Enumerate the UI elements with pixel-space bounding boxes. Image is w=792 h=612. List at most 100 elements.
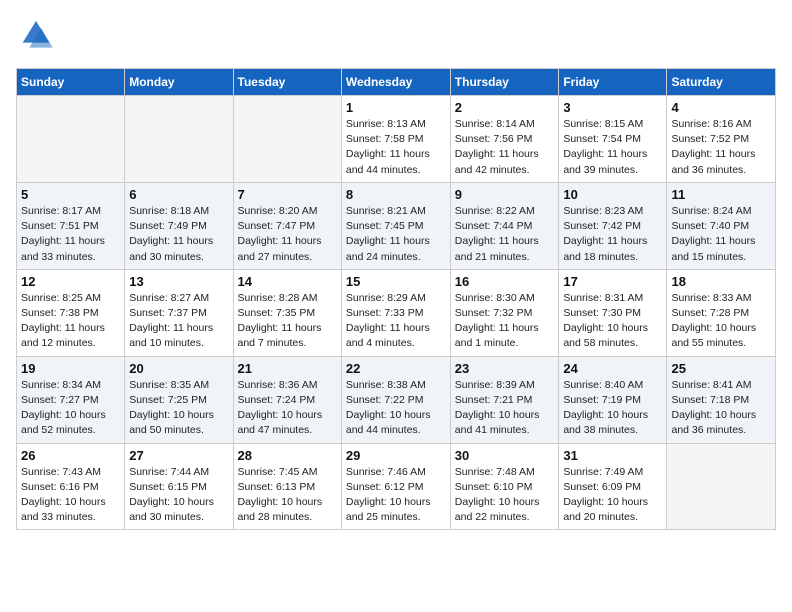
day-info: Sunrise: 7:45 AM Sunset: 6:13 PM Dayligh… — [238, 465, 337, 526]
calendar-cell: 16 Sunrise: 8:30 AM Sunset: 7:32 PM Dayli… — [450, 269, 559, 356]
calendar-cell: 5 Sunrise: 8:17 AM Sunset: 7:51 PM Daylig… — [17, 182, 125, 269]
day-number: 3 — [563, 100, 662, 115]
day-number: 11 — [671, 187, 771, 202]
day-number: 8 — [346, 187, 446, 202]
calendar-cell: 20 Sunrise: 8:35 AM Sunset: 7:25 PM Dayli… — [125, 356, 233, 443]
calendar-cell: 12 Sunrise: 8:25 AM Sunset: 7:38 PM Dayli… — [17, 269, 125, 356]
day-info: Sunrise: 7:49 AM Sunset: 6:09 PM Dayligh… — [563, 465, 662, 526]
calendar-cell — [17, 96, 125, 183]
calendar-cell: 11 Sunrise: 8:24 AM Sunset: 7:40 PM Dayli… — [667, 182, 776, 269]
day-number: 31 — [563, 448, 662, 463]
day-info: Sunrise: 8:13 AM Sunset: 7:58 PM Dayligh… — [346, 117, 446, 178]
day-info: Sunrise: 8:22 AM Sunset: 7:44 PM Dayligh… — [455, 204, 555, 265]
day-header-thursday: Thursday — [450, 69, 559, 96]
page-header — [16, 16, 776, 56]
calendar-cell: 3 Sunrise: 8:15 AM Sunset: 7:54 PM Daylig… — [559, 96, 667, 183]
calendar-cell: 6 Sunrise: 8:18 AM Sunset: 7:49 PM Daylig… — [125, 182, 233, 269]
day-number: 20 — [129, 361, 228, 376]
day-number: 1 — [346, 100, 446, 115]
day-info: Sunrise: 8:34 AM Sunset: 7:27 PM Dayligh… — [21, 378, 120, 439]
day-info: Sunrise: 8:33 AM Sunset: 7:28 PM Dayligh… — [671, 291, 771, 352]
day-number: 23 — [455, 361, 555, 376]
day-number: 10 — [563, 187, 662, 202]
calendar-week-row: 12 Sunrise: 8:25 AM Sunset: 7:38 PM Dayli… — [17, 269, 776, 356]
day-number: 19 — [21, 361, 120, 376]
day-header-wednesday: Wednesday — [341, 69, 450, 96]
calendar-cell: 8 Sunrise: 8:21 AM Sunset: 7:45 PM Daylig… — [341, 182, 450, 269]
calendar-cell: 2 Sunrise: 8:14 AM Sunset: 7:56 PM Daylig… — [450, 96, 559, 183]
day-info: Sunrise: 8:30 AM Sunset: 7:32 PM Dayligh… — [455, 291, 555, 352]
day-info: Sunrise: 8:18 AM Sunset: 7:49 PM Dayligh… — [129, 204, 228, 265]
day-info: Sunrise: 8:21 AM Sunset: 7:45 PM Dayligh… — [346, 204, 446, 265]
day-info: Sunrise: 7:46 AM Sunset: 6:12 PM Dayligh… — [346, 465, 446, 526]
day-number: 27 — [129, 448, 228, 463]
calendar-cell: 19 Sunrise: 8:34 AM Sunset: 7:27 PM Dayli… — [17, 356, 125, 443]
calendar-cell: 21Sunrise: 8:36 AM Sunset: 7:24 PM Dayli… — [233, 356, 341, 443]
calendar-week-row: 26 Sunrise: 7:43 AM Sunset: 6:16 PM Dayli… — [17, 443, 776, 530]
day-info: Sunrise: 8:24 AM Sunset: 7:40 PM Dayligh… — [671, 204, 771, 265]
calendar-cell: 13Sunrise: 8:27 AM Sunset: 7:37 PM Dayli… — [125, 269, 233, 356]
calendar-header-row: SundayMondayTuesdayWednesdayThursdayFrid… — [17, 69, 776, 96]
calendar-cell — [125, 96, 233, 183]
calendar-cell: 26 Sunrise: 7:43 AM Sunset: 6:16 PM Dayli… — [17, 443, 125, 530]
calendar-cell: 27 Sunrise: 7:44 AM Sunset: 6:15 PM Dayli… — [125, 443, 233, 530]
day-info: Sunrise: 8:20 AM Sunset: 7:47 PM Dayligh… — [238, 204, 337, 265]
calendar-cell — [233, 96, 341, 183]
calendar-cell: 28 Sunrise: 7:45 AM Sunset: 6:13 PM Dayli… — [233, 443, 341, 530]
day-info: Sunrise: 7:44 AM Sunset: 6:15 PM Dayligh… — [129, 465, 228, 526]
day-number: 12 — [21, 274, 120, 289]
day-info: Sunrise: 8:28 AM Sunset: 7:35 PM Dayligh… — [238, 291, 337, 352]
day-info: Sunrise: 8:23 AM Sunset: 7:42 PM Dayligh… — [563, 204, 662, 265]
day-info: Sunrise: 8:39 AM Sunset: 7:21 PM Dayligh… — [455, 378, 555, 439]
day-number: 14 — [238, 274, 337, 289]
day-header-monday: Monday — [125, 69, 233, 96]
calendar-cell: 17 Sunrise: 8:31 AM Sunset: 7:30 PM Dayli… — [559, 269, 667, 356]
day-number: 30 — [455, 448, 555, 463]
day-number: 24 — [563, 361, 662, 376]
day-info: Sunrise: 8:27 AM Sunset: 7:37 PM Dayligh… — [129, 291, 228, 352]
day-number: 21 — [238, 361, 337, 376]
day-number: 17 — [563, 274, 662, 289]
day-info: Sunrise: 8:38 AM Sunset: 7:22 PM Dayligh… — [346, 378, 446, 439]
day-number: 22 — [346, 361, 446, 376]
day-info: Sunrise: 8:14 AM Sunset: 7:56 PM Dayligh… — [455, 117, 555, 178]
day-number: 16 — [455, 274, 555, 289]
day-number: 28 — [238, 448, 337, 463]
day-info: Sunrise: 7:43 AM Sunset: 6:16 PM Dayligh… — [21, 465, 120, 526]
day-number: 6 — [129, 187, 228, 202]
day-info: Sunrise: 8:15 AM Sunset: 7:54 PM Dayligh… — [563, 117, 662, 178]
day-info: Sunrise: 8:16 AM Sunset: 7:52 PM Dayligh… — [671, 117, 771, 178]
calendar-cell: 25 Sunrise: 8:41 AM Sunset: 7:18 PM Dayli… — [667, 356, 776, 443]
calendar-table: SundayMondayTuesdayWednesdayThursdayFrid… — [16, 68, 776, 530]
day-info: Sunrise: 7:48 AM Sunset: 6:10 PM Dayligh… — [455, 465, 555, 526]
day-number: 25 — [671, 361, 771, 376]
calendar-cell: 24Sunrise: 8:40 AM Sunset: 7:19 PM Dayli… — [559, 356, 667, 443]
calendar-cell: 31 Sunrise: 7:49 AM Sunset: 6:09 PM Dayli… — [559, 443, 667, 530]
day-info: Sunrise: 8:31 AM Sunset: 7:30 PM Dayligh… — [563, 291, 662, 352]
calendar-cell: 1 Sunrise: 8:13 AM Sunset: 7:58 PM Daylig… — [341, 96, 450, 183]
day-info: Sunrise: 8:35 AM Sunset: 7:25 PM Dayligh… — [129, 378, 228, 439]
calendar-cell: 4 Sunrise: 8:16 AM Sunset: 7:52 PM Daylig… — [667, 96, 776, 183]
day-info: Sunrise: 8:25 AM Sunset: 7:38 PM Dayligh… — [21, 291, 120, 352]
day-header-friday: Friday — [559, 69, 667, 96]
day-info: Sunrise: 8:41 AM Sunset: 7:18 PM Dayligh… — [671, 378, 771, 439]
day-info: Sunrise: 8:17 AM Sunset: 7:51 PM Dayligh… — [21, 204, 120, 265]
calendar-cell: 29Sunrise: 7:46 AM Sunset: 6:12 PM Dayli… — [341, 443, 450, 530]
day-number: 9 — [455, 187, 555, 202]
calendar-cell: 30 Sunrise: 7:48 AM Sunset: 6:10 PM Dayli… — [450, 443, 559, 530]
calendar-week-row: 1 Sunrise: 8:13 AM Sunset: 7:58 PM Daylig… — [17, 96, 776, 183]
calendar-cell: 9 Sunrise: 8:22 AM Sunset: 7:44 PM Daylig… — [450, 182, 559, 269]
day-number: 18 — [671, 274, 771, 289]
day-header-saturday: Saturday — [667, 69, 776, 96]
calendar-week-row: 5 Sunrise: 8:17 AM Sunset: 7:51 PM Daylig… — [17, 182, 776, 269]
day-number: 4 — [671, 100, 771, 115]
logo-icon — [16, 16, 56, 56]
day-header-sunday: Sunday — [17, 69, 125, 96]
day-number: 5 — [21, 187, 120, 202]
calendar-cell: 7Sunrise: 8:20 AM Sunset: 7:47 PM Daylig… — [233, 182, 341, 269]
calendar-cell — [667, 443, 776, 530]
day-number: 26 — [21, 448, 120, 463]
logo — [16, 16, 60, 56]
day-number: 2 — [455, 100, 555, 115]
day-info: Sunrise: 8:29 AM Sunset: 7:33 PM Dayligh… — [346, 291, 446, 352]
